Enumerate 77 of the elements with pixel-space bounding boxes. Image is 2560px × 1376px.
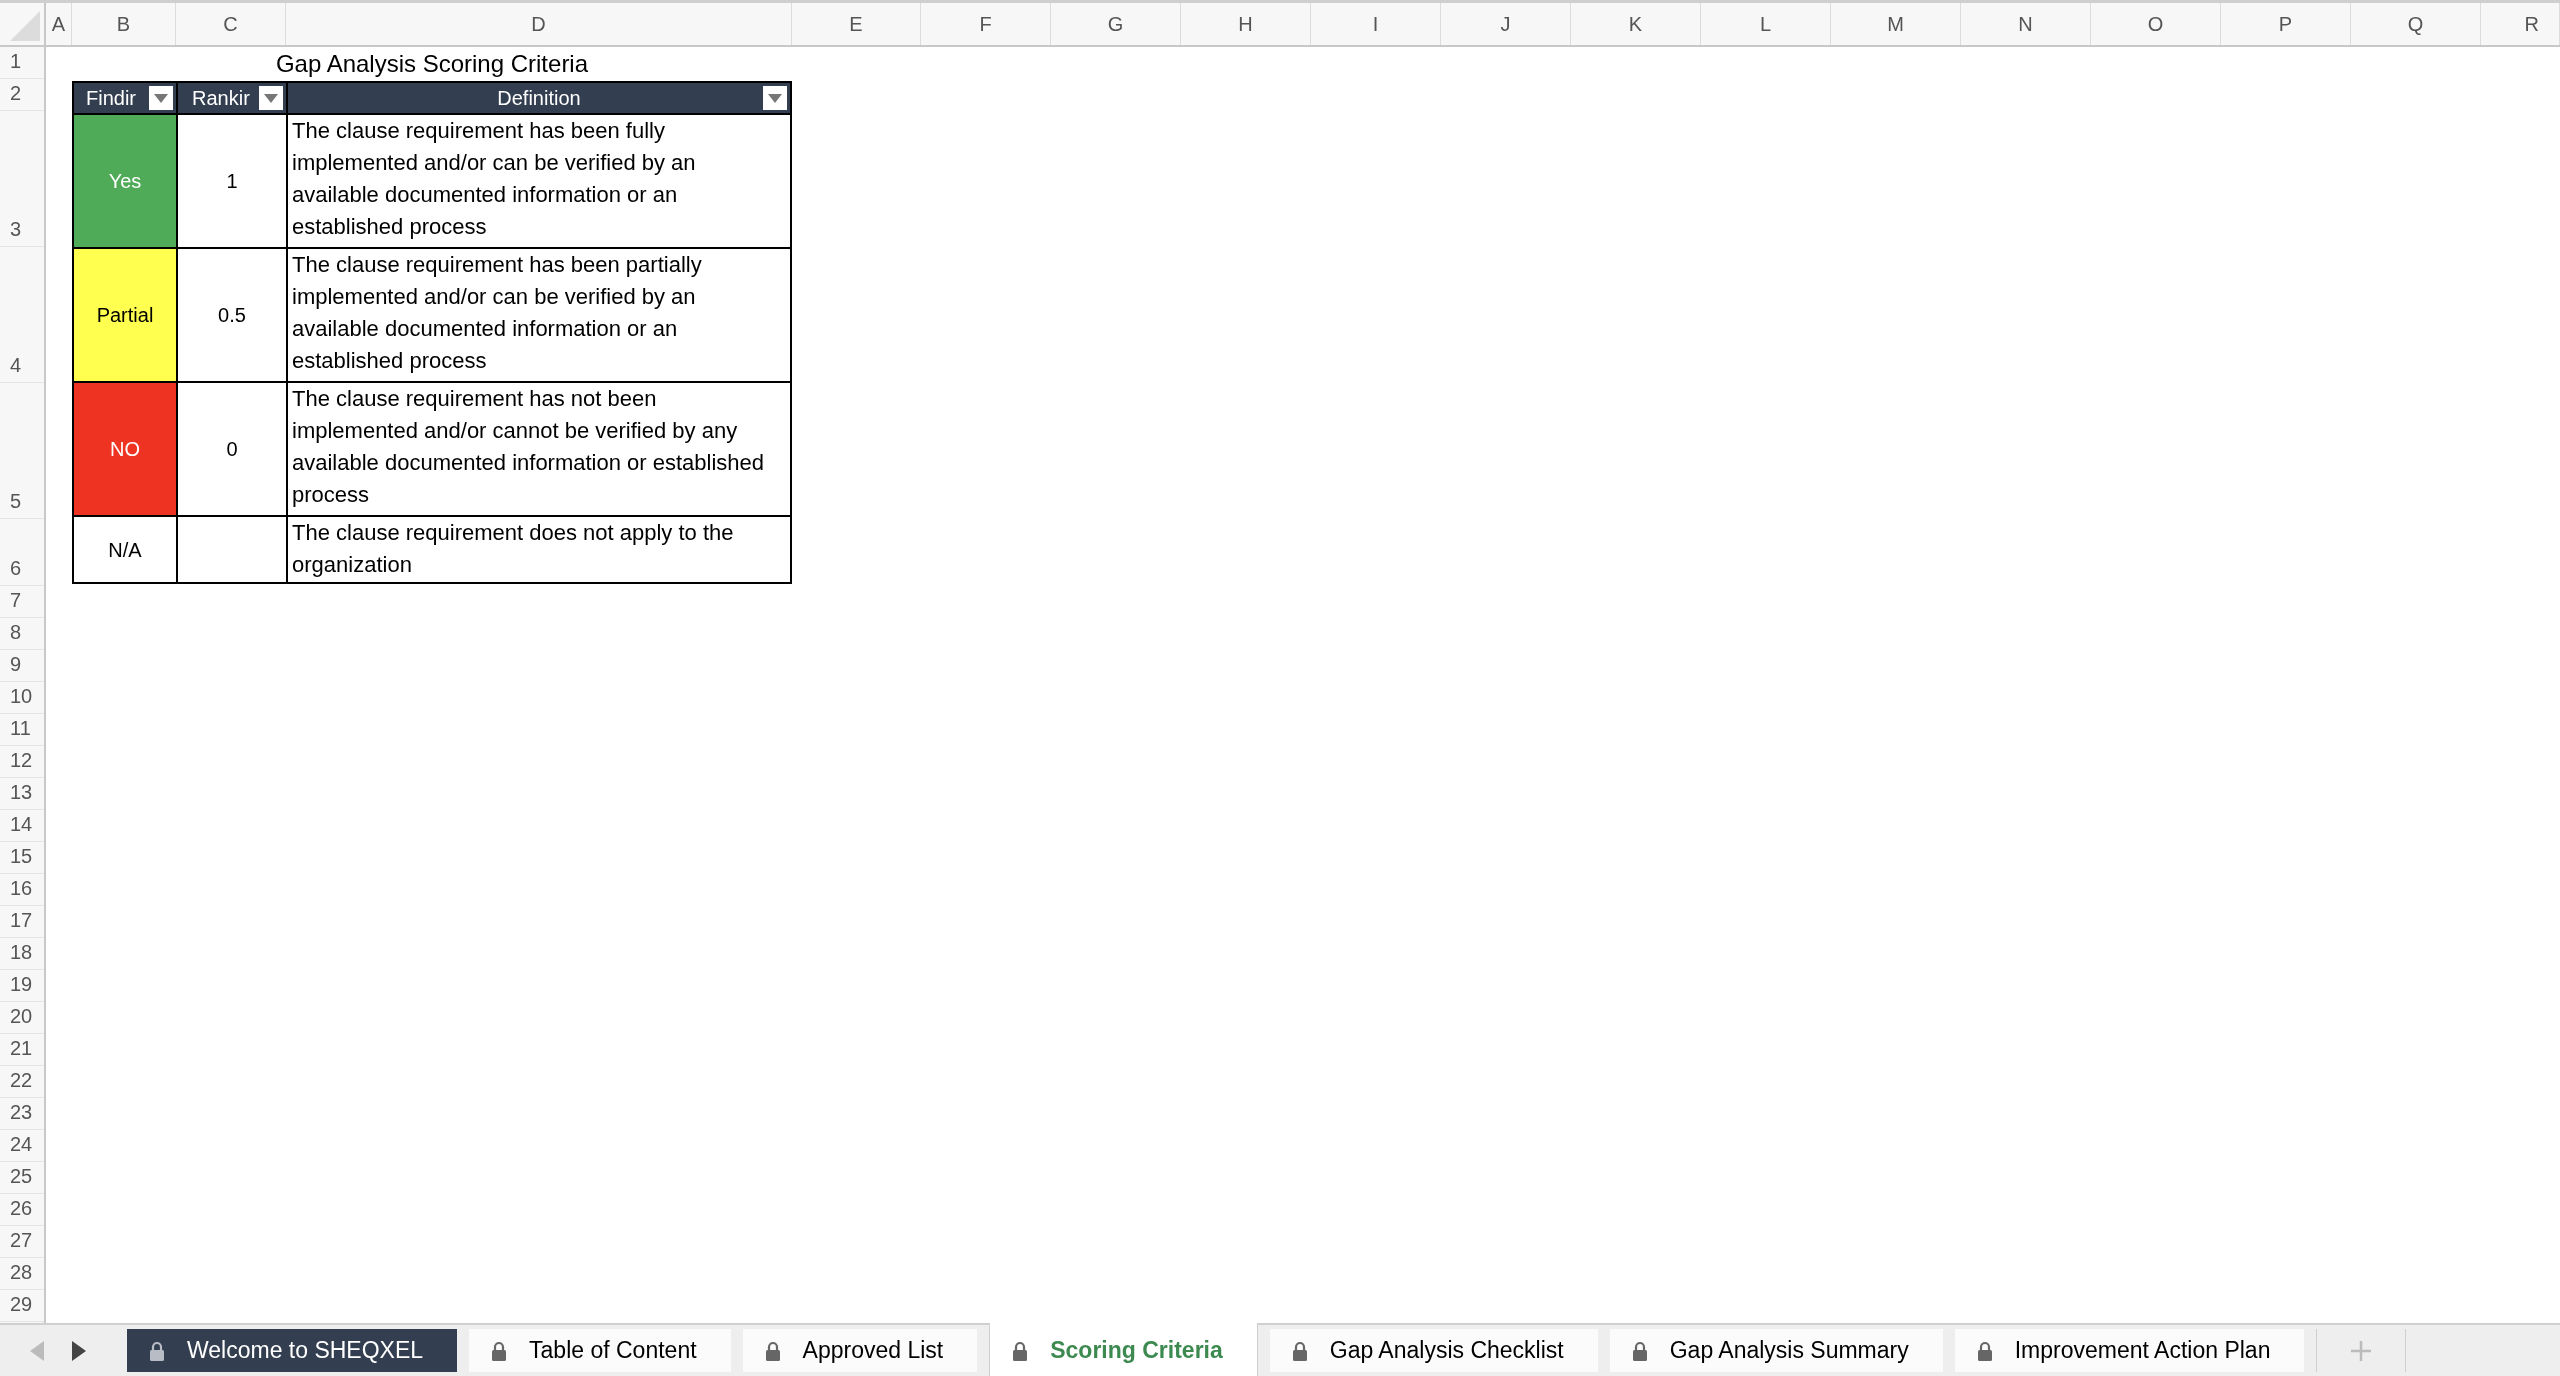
row-header[interactable]: 22 <box>0 1066 44 1098</box>
sheet-tab[interactable]: Table of Content <box>469 1329 731 1372</box>
row-header[interactable]: 19 <box>0 970 44 1002</box>
sheet-tab[interactable]: Gap Analysis Checklist <box>1269 1329 1598 1372</box>
column-header[interactable]: M <box>1831 3 1961 45</box>
corner-triangle-icon <box>10 11 40 41</box>
definition-cell: The clause requirement has been partially implemented and/or can be verified by an available documented information or an established process <box>286 249 790 381</box>
row-header[interactable]: 8 <box>0 618 44 650</box>
row-header[interactable]: 16 <box>0 874 44 906</box>
row-header[interactable]: 14 <box>0 810 44 842</box>
column-header[interactable]: A <box>46 3 72 45</box>
row-header[interactable]: 7 <box>0 586 44 618</box>
definition-cell: The clause requirement has not been implemented and/or cannot be verified by any available documented information or established process <box>286 383 790 515</box>
row-header[interactable]: 5 <box>0 383 44 519</box>
column-header[interactable]: H <box>1181 3 1311 45</box>
caret-icon <box>768 93 782 103</box>
finding-cell: Partial <box>74 249 176 381</box>
row-header[interactable]: 24 <box>0 1130 44 1162</box>
column-heading: Rankir <box>176 83 286 113</box>
sheet-tab[interactable]: Improvement Action Plan <box>1954 1329 2305 1372</box>
sheet-tab[interactable]: Welcome to SHEQXEL <box>127 1329 458 1372</box>
sheet-tab[interactable]: Gap Analysis Summary <box>1609 1329 1943 1372</box>
scroll-right-arrow[interactable] <box>72 1340 86 1361</box>
ranking-cell: 0 <box>176 383 286 515</box>
column-header[interactable]: G <box>1051 3 1181 45</box>
caret-icon <box>154 93 168 103</box>
row-header[interactable]: 6 <box>0 519 44 586</box>
plus-icon <box>2351 1340 2372 1361</box>
row-header[interactable]: 2 <box>0 79 44 111</box>
ranking-cell: 1 <box>176 115 286 247</box>
filter-dropdown-button[interactable] <box>149 86 173 110</box>
finding-cell: NO <box>74 383 176 515</box>
row-header[interactable]: 11 <box>0 714 44 746</box>
column-header[interactable]: Q <box>2351 3 2481 45</box>
ranking-cell: 0.5 <box>176 249 286 381</box>
filter-dropdown-button[interactable] <box>763 86 787 110</box>
column-header[interactable]: P <box>2221 3 2351 45</box>
finding-cell: Yes <box>74 115 176 247</box>
column-header[interactable]: K <box>1571 3 1701 45</box>
row-header[interactable]: 9 <box>0 650 44 682</box>
column-header[interactable]: I <box>1311 3 1441 45</box>
column-header[interactable]: R <box>2481 3 2560 45</box>
row-header[interactable]: 26 <box>0 1194 44 1226</box>
row-header[interactable]: 20 <box>0 1002 44 1034</box>
definition-cell: The clause requirement has been fully implemented and/or can be verified by an available documented information or an established process <box>286 115 790 247</box>
row-header[interactable]: 1 <box>0 47 44 79</box>
column-header[interactable]: J <box>1441 3 1571 45</box>
row-header[interactable]: 29 <box>0 1290 44 1322</box>
row-header[interactable]: 18 <box>0 938 44 970</box>
column-heading: Definition <box>286 83 790 113</box>
column-header[interactable]: N <box>1961 3 2091 45</box>
row-header[interactable]: 17 <box>0 906 44 938</box>
column-header[interactable]: O <box>2091 3 2221 45</box>
row-header[interactable]: 21 <box>0 1034 44 1066</box>
filter-dropdown-button[interactable] <box>259 86 283 110</box>
row-header[interactable]: 15 <box>0 842 44 874</box>
row-header[interactable]: 13 <box>0 778 44 810</box>
sheet-tab[interactable]: Scoring Criteria <box>989 1323 1258 1376</box>
definition-cell: The clause requirement does not apply to the organization <box>286 517 790 582</box>
column-header[interactable]: E <box>792 3 921 45</box>
sheet-title: Gap Analysis Scoring Criteria <box>275 49 589 79</box>
row-header[interactable]: 10 <box>0 682 44 714</box>
column-header[interactable]: B <box>72 3 176 45</box>
row-header[interactable]: 27 <box>0 1226 44 1258</box>
column-heading: Findir <box>74 83 176 113</box>
caret-icon <box>264 93 278 103</box>
sheet-tab[interactable]: Approved List <box>742 1329 978 1372</box>
column-header[interactable]: F <box>921 3 1051 45</box>
column-header[interactable]: D <box>286 3 792 45</box>
column-header[interactable]: L <box>1701 3 1831 45</box>
row-header[interactable]: 25 <box>0 1162 44 1194</box>
row-header[interactable]: 4 <box>0 247 44 383</box>
row-header[interactable]: 3 <box>0 111 44 247</box>
row-header[interactable]: 28 <box>0 1258 44 1290</box>
row-header[interactable]: 12 <box>0 746 44 778</box>
row-header[interactable]: 23 <box>0 1098 44 1130</box>
column-header[interactable]: C <box>176 3 286 45</box>
